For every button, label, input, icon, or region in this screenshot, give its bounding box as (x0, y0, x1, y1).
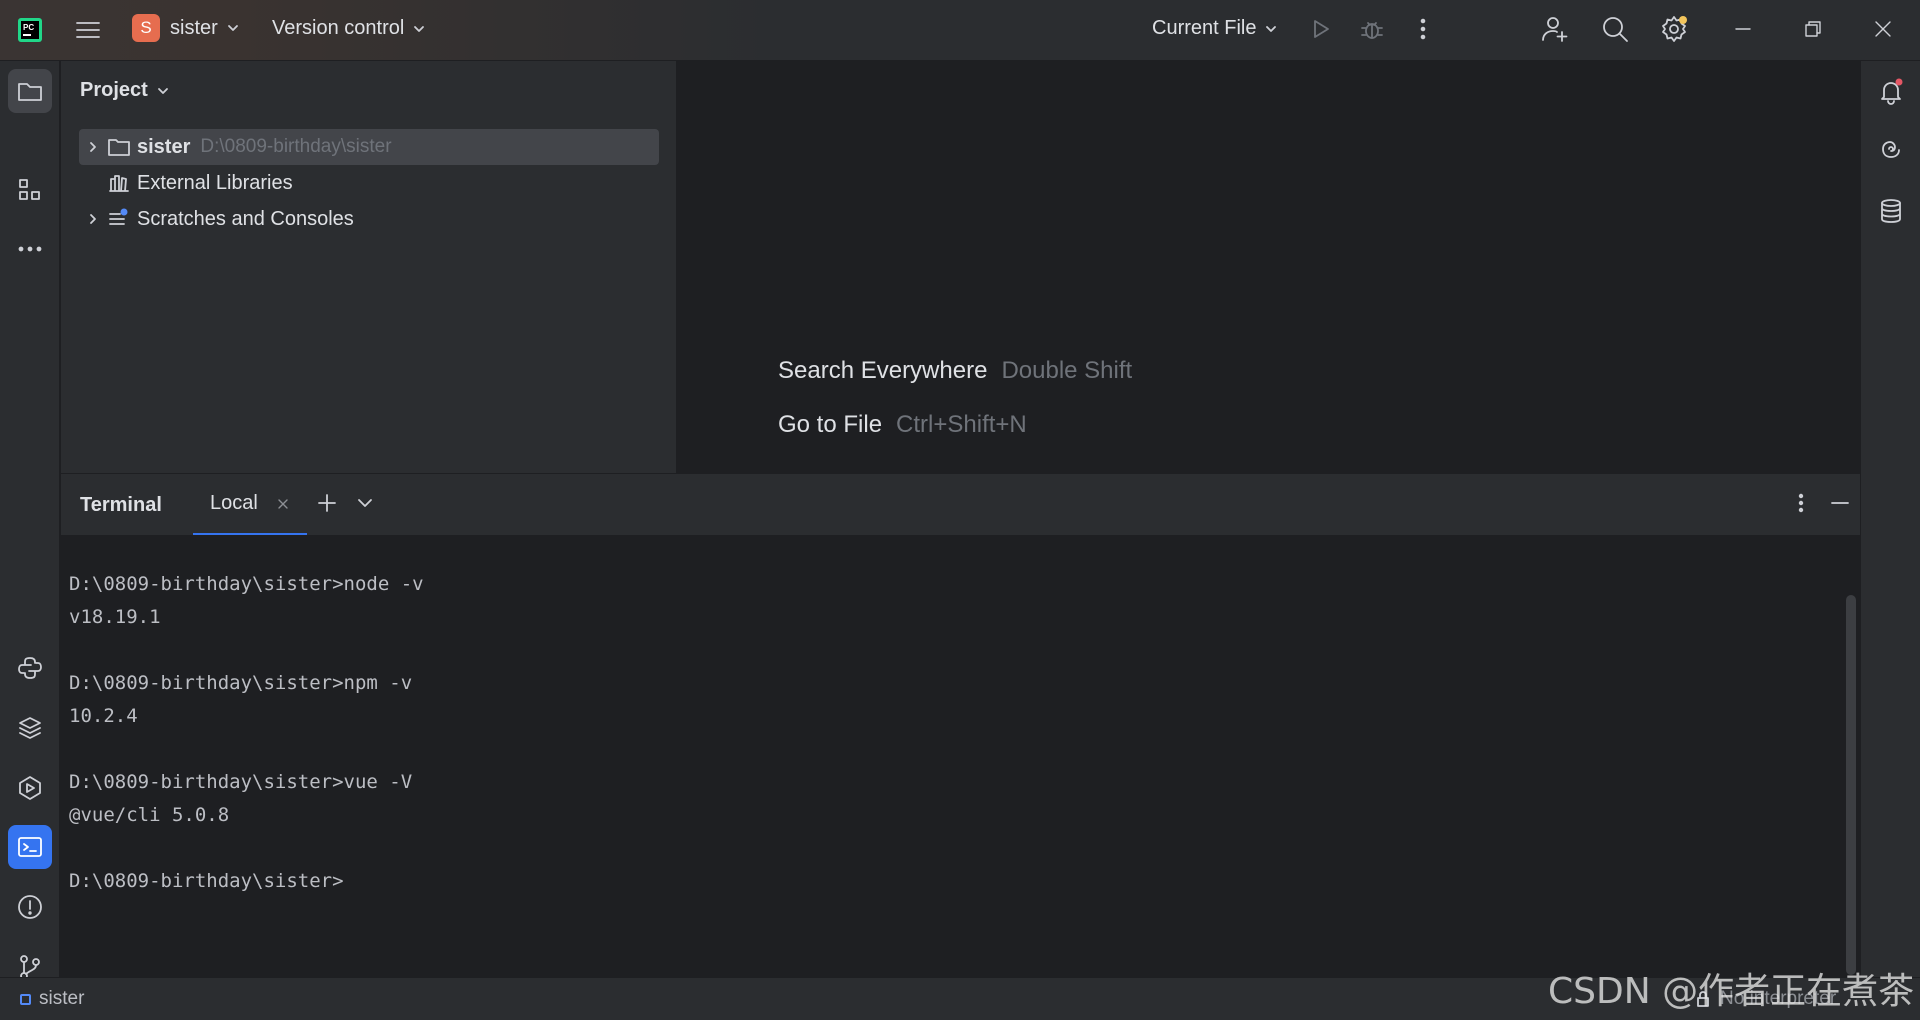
terminal-line: D:\0809-birthday\sister> (69, 870, 344, 892)
restore-window-icon[interactable] (1800, 16, 1826, 42)
bell-icon (1877, 77, 1905, 105)
library-icon (107, 171, 131, 195)
close-tab-icon[interactable] (276, 497, 290, 511)
hide-panel-icon[interactable] (1828, 491, 1852, 515)
terminal-line: @vue/cli 5.0.8 (69, 804, 230, 826)
tree-row-scratches[interactable]: Scratches and Consoles (79, 201, 354, 237)
more-actions-icon[interactable] (1410, 16, 1436, 42)
version-control-menu[interactable]: Version control (272, 17, 426, 40)
version-control-label: Version control (272, 17, 405, 39)
structure-tool-button[interactable] (8, 168, 52, 212)
chevron-down-icon (226, 21, 240, 35)
terminal-icon (16, 833, 44, 861)
chevron-right-icon[interactable] (79, 212, 107, 226)
project-tool-button[interactable] (8, 69, 52, 113)
notifications-button[interactable] (1869, 69, 1913, 113)
terminal-header: Terminal Local (61, 473, 1860, 536)
hint-action: Go to File (778, 411, 883, 438)
status-project-name: sister (39, 988, 85, 1009)
python-console-button[interactable] (8, 646, 52, 690)
hint-shortcut: Ctrl+Shift+N (896, 411, 1027, 438)
folder-icon (16, 77, 44, 105)
tree-row-sister[interactable]: sister D:\0809-birthday\sister (79, 129, 659, 165)
right-tool-strip (1860, 61, 1920, 977)
database-button[interactable] (1869, 189, 1913, 233)
layers-icon (16, 714, 44, 742)
settings-gear-icon[interactable] (1659, 14, 1689, 44)
project-name: sister (170, 16, 218, 39)
chevron-down-icon[interactable] (355, 493, 375, 513)
new-tab-plus-icon[interactable] (315, 491, 339, 515)
tree-item-label: sister (137, 135, 191, 158)
go-to-file-hint: Go to File Ctrl+Shift+N (778, 411, 1027, 439)
chevron-down-icon (412, 22, 426, 36)
project-panel-title: Project (80, 79, 148, 101)
hint-shortcut: Double Shift (1001, 357, 1133, 384)
close-window-icon[interactable] (1870, 16, 1896, 42)
terminal-line: v18.19.1 (69, 606, 161, 628)
terminal-tool-button[interactable] (8, 825, 52, 869)
csdn-watermark: CSDN @作者正在煮茶 (1548, 971, 1915, 1012)
terminal-tab-local[interactable]: Local (193, 474, 307, 536)
add-user-icon[interactable] (1540, 14, 1570, 44)
warning-circle-icon (16, 893, 44, 921)
main-menu-icon[interactable] (74, 16, 102, 44)
python-packages-button[interactable] (8, 706, 52, 750)
services-button[interactable] (8, 766, 52, 810)
terminal-scrollbar[interactable] (1846, 595, 1856, 975)
tree-item-label: External Libraries (137, 171, 293, 194)
editor-empty-area: Search Everywhere Double Shift Go to Fil… (678, 61, 1860, 473)
title-bar: PC S sister Version control Current File (0, 0, 1920, 61)
project-switcher[interactable]: S sister (132, 14, 240, 42)
services-icon (16, 774, 44, 802)
database-icon (1877, 197, 1905, 225)
search-icon[interactable] (1600, 14, 1630, 44)
project-badge: S (132, 14, 160, 42)
tree-item-label: Scratches and Consoles (137, 207, 354, 230)
project-panel-header[interactable]: Project (80, 79, 170, 102)
terminal-tab-label: Local (210, 492, 258, 514)
status-project-breadcrumb[interactable]: sister (20, 988, 84, 1010)
scratches-icon (107, 207, 131, 231)
hint-action: Search Everywhere (778, 357, 988, 384)
tree-item-path: D:\0809-birthday\sister (200, 136, 392, 157)
run-config-label: Current File (1152, 17, 1257, 39)
module-square-icon (20, 993, 31, 1005)
python-icon (16, 654, 44, 682)
pycharm-logo-icon[interactable]: PC (16, 16, 44, 44)
minimize-window-icon[interactable] (1730, 16, 1756, 42)
chevron-down-icon (156, 84, 170, 98)
folder-icon (107, 135, 131, 159)
left-tool-strip (0, 61, 60, 980)
project-panel: Project sister D:\0809-birthday\sister E… (61, 61, 677, 473)
spiral-icon (1877, 137, 1905, 165)
chevron-down-icon (1264, 22, 1278, 36)
more-horizontal-icon (16, 235, 44, 263)
ai-assistant-button[interactable] (1869, 129, 1913, 173)
terminal-line: D:\0809-birthday\sister>vue -V (69, 771, 413, 793)
more-options-icon[interactable] (1789, 491, 1813, 515)
problems-tool-button[interactable] (8, 885, 52, 929)
search-everywhere-hint: Search Everywhere Double Shift (778, 357, 1132, 385)
tree-row-external-libraries[interactable]: External Libraries (79, 165, 293, 201)
more-tools-button[interactable] (8, 227, 52, 271)
chevron-right-icon[interactable] (79, 140, 107, 154)
terminal-line: 10.2.4 (69, 705, 138, 727)
terminal-line: D:\0809-birthday\sister>node -v (69, 573, 424, 595)
terminal-output[interactable]: D:\0809-birthday\sister>node -v v18.19.1… (61, 535, 1860, 977)
terminal-title: Terminal (80, 494, 162, 516)
svg-text:PC: PC (23, 23, 34, 32)
structure-icon (16, 176, 44, 204)
run-icon[interactable] (1308, 16, 1334, 42)
terminal-line: D:\0809-birthday\sister>npm -v (69, 672, 413, 694)
run-config-selector[interactable]: Current File (1152, 17, 1278, 40)
debug-icon[interactable] (1359, 16, 1385, 42)
